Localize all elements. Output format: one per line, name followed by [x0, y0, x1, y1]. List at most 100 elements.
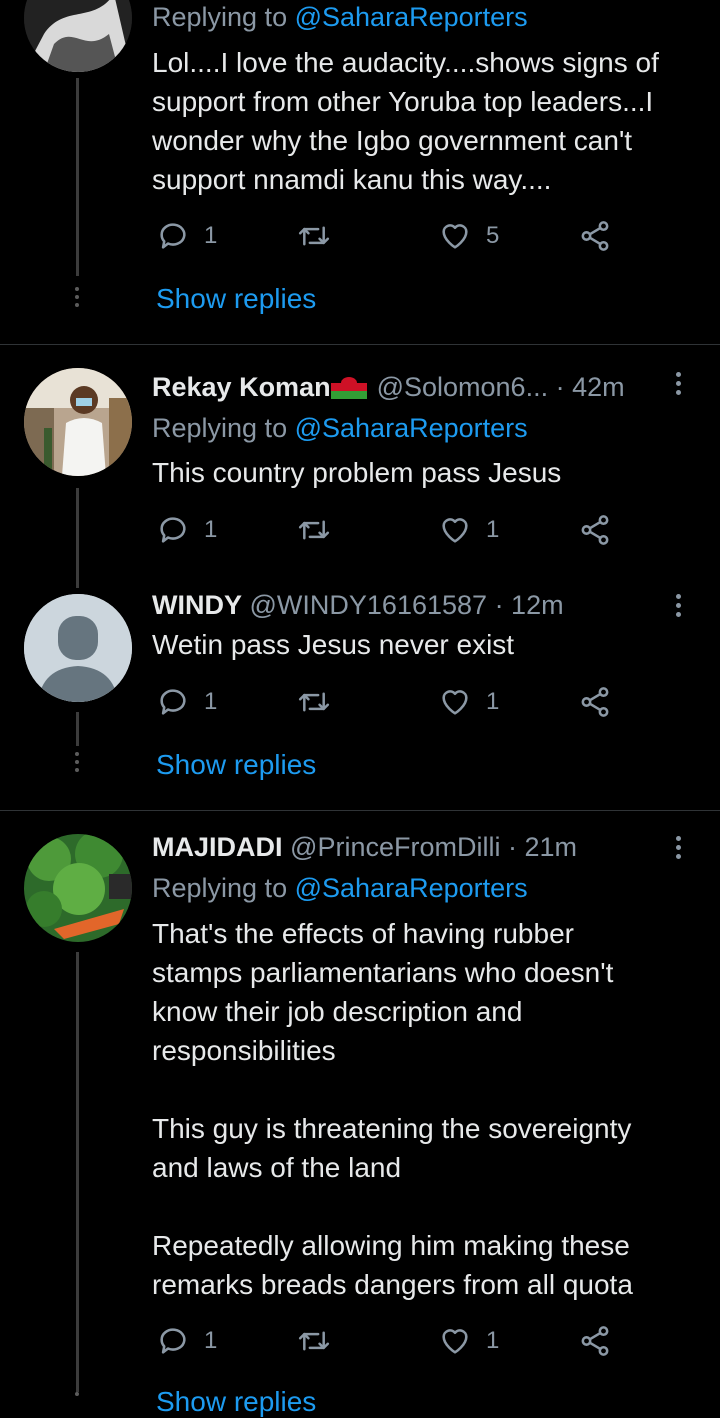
retweet-button[interactable]	[296, 218, 332, 254]
retweet-button[interactable]	[296, 684, 332, 720]
more-icon	[676, 372, 684, 395]
tweet-time: · 21m	[507, 832, 578, 862]
display-name[interactable]: WINDY	[152, 590, 242, 620]
tweet-line: support nnamdi kanu this way....	[152, 164, 552, 195]
like-count: 5	[486, 222, 500, 249]
display-name[interactable]: MAJIDADI	[152, 832, 283, 862]
tweet-line: stamps parliamentarians who doesn't	[152, 957, 614, 988]
avatar[interactable]	[24, 368, 132, 476]
divider	[0, 810, 720, 811]
more-icon	[676, 836, 684, 859]
share-button[interactable]	[578, 1323, 612, 1359]
retweet-icon	[298, 1331, 330, 1351]
show-replies-link[interactable]: Show replies	[156, 283, 316, 315]
tweet-time: · 42m	[555, 372, 625, 402]
reply-button[interactable]: 1	[156, 512, 217, 548]
retweet-button[interactable]	[296, 1323, 332, 1359]
user-handle[interactable]: @WINDY16161587	[250, 590, 488, 620]
reply-button[interactable]: 1	[156, 218, 217, 254]
more-icon	[676, 594, 684, 617]
like-icon	[442, 224, 468, 249]
reply-count: 1	[204, 516, 218, 543]
tweet-line: This guy is threatening the sovereignty	[152, 1113, 632, 1144]
retweet-icon	[298, 520, 330, 540]
replying-to: Replying to @SaharaReporters	[152, 2, 528, 33]
avatar[interactable]	[24, 594, 132, 702]
retweet-icon	[298, 692, 330, 712]
like-count: 1	[486, 516, 500, 543]
replying-to: Replying to @SaharaReporters	[152, 873, 528, 904]
thread-dots	[75, 752, 80, 776]
like-button[interactable]: 1	[438, 684, 499, 720]
reply-icon	[160, 517, 186, 543]
reply-count: 1	[204, 688, 218, 715]
tweet-line: That's the effects of having rubber	[152, 918, 574, 949]
replying-handle-link[interactable]: @SaharaReporters	[295, 873, 528, 903]
replying-handle-link[interactable]: @SaharaReporters	[295, 413, 528, 443]
reply-count: 1	[204, 222, 218, 249]
like-icon	[442, 1329, 468, 1354]
tweet-text: This country problem pass Jesus	[152, 453, 697, 492]
flag-emoji	[330, 375, 367, 399]
tweet-line: Wetin pass Jesus never exist	[152, 629, 515, 660]
replying-to: Replying to @SaharaReporters	[152, 413, 528, 444]
more-button[interactable]	[676, 372, 684, 399]
like-icon	[442, 690, 468, 715]
share-button[interactable]	[578, 512, 612, 548]
reply-icon	[160, 223, 186, 249]
like-button[interactable]: 1	[438, 1323, 499, 1359]
like-count: 1	[486, 688, 500, 715]
share-button[interactable]	[578, 684, 612, 720]
replying-handle-link[interactable]: @SaharaReporters	[295, 2, 528, 32]
tweet-line: support from other Yoruba top leaders...…	[152, 86, 654, 117]
like-count: 1	[486, 1327, 500, 1354]
thread-dots	[75, 287, 80, 311]
user-handle[interactable]: @Solomon6...	[377, 372, 549, 402]
retweet-icon	[298, 226, 330, 246]
tweet-text: Lol....I love the audacity....shows sign…	[152, 43, 697, 199]
reply-button[interactable]: 1	[156, 1323, 217, 1359]
reply-icon	[160, 1328, 186, 1354]
replying-prefix: Replying to	[152, 413, 288, 443]
tweet-time: · 12m	[494, 590, 564, 620]
avatar[interactable]	[24, 834, 132, 942]
tweet-line: remarks breads dangers from all quota	[152, 1269, 633, 1300]
avatar[interactable]	[24, 0, 132, 72]
tweet-header: Rekay Koman @Solomon6... · 42m	[152, 372, 625, 403]
replying-prefix: Replying to	[152, 2, 288, 32]
thread-dots	[75, 1392, 80, 1400]
thread-line	[76, 488, 79, 588]
share-icon	[581, 515, 609, 545]
more-button[interactable]	[676, 594, 684, 621]
tweet-header: WINDY @WINDY16161587 · 12m	[152, 590, 564, 621]
display-name[interactable]: Rekay Koman	[152, 372, 331, 402]
reply-button[interactable]: 1	[156, 684, 217, 720]
like-icon	[442, 518, 468, 543]
share-icon	[581, 687, 609, 717]
divider	[0, 344, 720, 345]
tweet-header: MAJIDADI @PrinceFromDilli · 21m	[152, 832, 577, 863]
share-button[interactable]	[578, 218, 612, 254]
thread-line	[76, 78, 79, 276]
share-icon	[581, 221, 609, 251]
tweet-line: responsibilities	[152, 1035, 336, 1066]
tweet-line: know their job description and	[152, 996, 523, 1027]
reply-count: 1	[204, 1327, 218, 1354]
user-handle[interactable]: @PrinceFromDilli	[290, 832, 500, 862]
like-button[interactable]: 5	[438, 218, 499, 254]
tweet-line: Lol....I love the audacity....shows sign…	[152, 47, 659, 78]
like-button[interactable]: 1	[438, 512, 499, 548]
tweet-line: Repeatedly allowing him making these	[152, 1230, 630, 1261]
tweet-text: That's the effects of having rubber stam…	[152, 914, 697, 1304]
retweet-button[interactable]	[296, 512, 332, 548]
show-replies-link[interactable]: Show replies	[156, 1386, 316, 1418]
thread-line	[76, 952, 79, 1392]
show-replies-link[interactable]: Show replies	[156, 749, 316, 781]
more-button[interactable]	[676, 836, 684, 863]
replying-prefix: Replying to	[152, 873, 288, 903]
tweet-line: and laws of the land	[152, 1152, 402, 1183]
tweet-line: This country problem pass Jesus	[152, 457, 562, 488]
share-icon	[581, 1326, 609, 1356]
